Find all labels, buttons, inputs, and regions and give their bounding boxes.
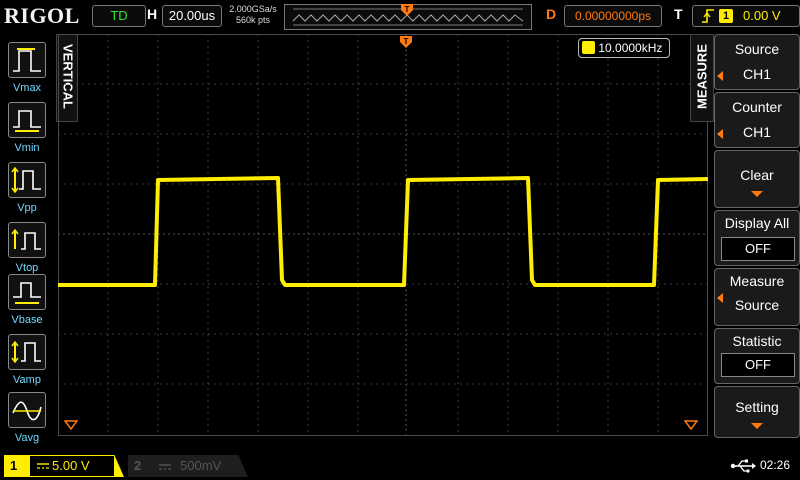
vbase-icon [8,274,46,310]
display-all-value: OFF [721,237,795,261]
statistic-title: Statistic [732,333,782,349]
ch2-number: 2 [134,458,142,473]
menu-display-all[interactable]: Display All OFF [714,210,800,266]
brand-logo: RIGOL [4,3,80,28]
ch1-number: 1 [10,458,18,473]
trigger-badge-icon [582,41,595,55]
svg-text:T: T [405,5,410,14]
measure-vmax[interactable]: Vmax [2,40,56,100]
delay-value[interactable]: 0.00000000ps [564,5,662,27]
trigger-source-badge: 1 [719,9,733,23]
ch1-trace [58,176,708,287]
statistic-value: OFF [721,353,795,377]
svg-text:T: T [404,37,409,46]
dc-coupling-icon [37,463,49,469]
measure-vmin[interactable]: Vmin [2,100,56,160]
measure-vpp[interactable]: Vpp [2,160,56,220]
vavg-label: Vavg [14,432,40,444]
vpp-icon [8,162,46,198]
arrow-down-icon [751,191,763,197]
menu-measure-source[interactable]: Measure Source [714,268,800,326]
menu-statistic[interactable]: Statistic OFF [714,328,800,384]
ch1-scale: 5.00 V [52,458,90,473]
vbase-label: Vbase [11,314,43,326]
trigger-position-icon: T [400,36,412,48]
display-all-title: Display All [724,215,790,231]
measure-tab-label: MEASURE [694,44,710,110]
sample-rate: 2.000GSa/s [229,4,277,14]
measure-vtop[interactable]: Vtop [2,220,56,280]
measure-source-line1: Measure [729,273,785,289]
vmax-label: Vmax [12,82,42,94]
source-title: Source [734,41,780,57]
trigger-level: 0.00 V [743,8,781,23]
acquisition-info: 2.000GSa/s 560k pts [226,4,280,26]
vtop-icon [8,222,46,258]
vamp-label: Vamp [13,374,41,386]
timebase-value[interactable]: 20.00us [162,5,222,27]
rising-edge-icon [702,9,714,23]
arrow-down-icon [751,423,763,429]
right-offset-marker-icon [684,420,698,430]
horizontal-label: H [147,6,158,22]
source-value: CH1 [742,66,771,82]
counter-value: CH1 [742,124,771,140]
clear-label: Clear [740,167,774,183]
measure-vbase[interactable]: Vbase [2,272,56,332]
counter-title: Counter [732,99,782,115]
delay-label: D [546,6,557,22]
trigger-position-marker-icon: T [401,4,413,16]
clock: 02:26 [760,458,791,472]
measure-vavg[interactable]: Vavg [2,390,56,450]
left-offset-marker-icon [64,420,78,430]
waveform-display[interactable] [58,34,708,436]
measure-tab[interactable]: MEASURE [690,34,714,122]
measure-source-line2: Source [734,297,780,313]
measure-vamp[interactable]: Vamp [2,332,56,392]
trigger-status[interactable]: TD [92,5,146,27]
vpp-label: Vpp [17,202,37,214]
ch2-scale: 500mV [180,458,222,473]
memory-depth: 560k pts [235,15,271,25]
usb-icon [730,459,756,473]
setting-label: Setting [735,399,779,415]
frequency-readout: 10.0000kHz [578,38,670,58]
menu-clear[interactable]: Clear [714,150,800,208]
trigger-label: T [674,6,683,22]
memory-position-bar[interactable]: T [284,4,532,30]
frequency-value: 10.0000kHz [598,41,663,55]
vmin-icon [8,102,46,138]
vmax-icon [8,42,46,78]
vmin-label: Vmin [14,142,40,154]
ch2-coupling-icon [159,464,171,470]
menu-counter[interactable]: Counter CH1 [714,92,800,148]
vavg-icon [8,392,46,428]
vamp-icon [8,334,46,370]
menu-source[interactable]: Source CH1 [714,34,800,90]
trigger-settings[interactable]: 1 0.00 V [692,5,800,27]
menu-setting[interactable]: Setting [714,386,800,438]
